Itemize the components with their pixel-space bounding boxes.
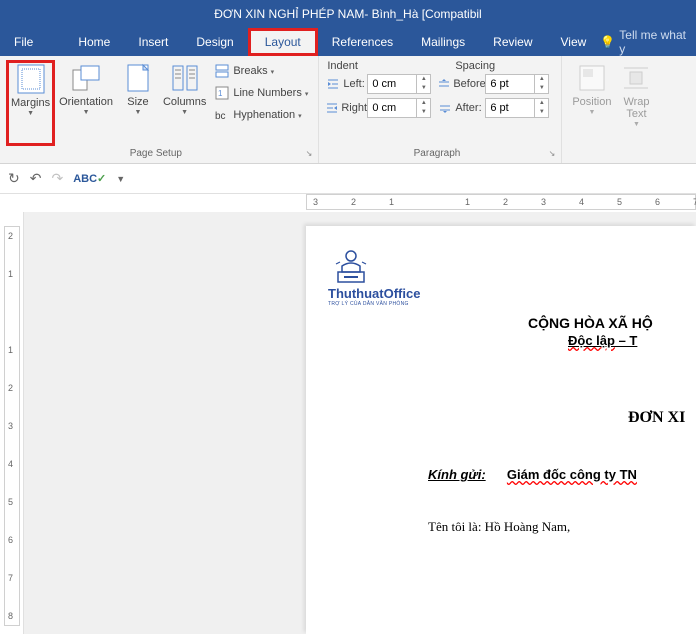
size-button[interactable]: Size ▼ (117, 60, 159, 146)
spin-up-icon[interactable]: ▲ (535, 75, 548, 84)
document-page[interactable]: ThuthuatOffice TRỢ LÝ CỦA DÂN VĂN PHÒNG … (306, 226, 696, 634)
spacing-after-label: After: (437, 100, 485, 116)
ribbon: Margins ▼ Orientation ▼ Size ▼ (0, 56, 696, 164)
indent-right-input[interactable]: ▲▼ (367, 98, 431, 118)
chevron-down-icon: ▼ (134, 109, 141, 116)
spacing-before-icon (437, 76, 451, 92)
tab-view[interactable]: View (547, 28, 601, 56)
svg-text:bc: bc (215, 111, 226, 122)
group-paragraph: Indent Spacing Left: ▲▼ Before: (319, 56, 562, 163)
breaks-icon (214, 63, 230, 79)
chevron-down-icon: ▼ (181, 109, 188, 116)
spin-up-icon[interactable]: ▲ (417, 75, 430, 84)
size-icon (122, 62, 154, 94)
undo-icon[interactable]: ↶ (30, 170, 42, 187)
tell-me-search[interactable]: 💡 Tell me what y (600, 28, 696, 56)
doc-recipient: Kính gửi: Giám đốc công ty TN (428, 467, 696, 483)
indent-left-label: Left: (325, 76, 367, 92)
svg-text:1: 1 (218, 89, 223, 98)
spacing-after-icon (437, 100, 453, 116)
doc-motto: Độc lập – T (568, 333, 696, 349)
wrap-text-icon (620, 62, 652, 94)
breaks-button[interactable]: Breaks ▾ (210, 60, 312, 82)
logo-subtitle: TRỢ LÝ CỦA DÂN VĂN PHÒNG (328, 301, 696, 307)
spelling-icon[interactable]: ABC✓ (73, 172, 106, 185)
ribbon-tabs: File Home Insert Design Layout Reference… (0, 28, 696, 56)
indent-right-icon (325, 100, 339, 116)
wrap-text-button: Wrap Text ▼ (615, 60, 657, 157)
workspace: 2 1 1 2 3 4 5 6 7 8 ThuthuatOffice TRỢ L… (0, 212, 696, 634)
spin-down-icon[interactable]: ▼ (535, 108, 548, 117)
columns-icon (169, 62, 201, 94)
tab-home[interactable]: Home (64, 28, 124, 56)
chevron-down-icon[interactable]: ▼ (116, 174, 125, 184)
quick-access-toolbar: ↻ ↶ ↷ ABC✓ ▼ (0, 164, 696, 194)
doc-national-title: CỘNG HÒA XÃ HỘ (528, 315, 696, 333)
tab-insert[interactable]: Insert (124, 28, 182, 56)
spin-down-icon[interactable]: ▼ (535, 84, 548, 93)
line-numbers-icon: 1 (214, 85, 230, 101)
spin-up-icon[interactable]: ▲ (535, 99, 548, 108)
dialog-launcher-icon[interactable]: ↘ (306, 149, 313, 158)
indent-left-input[interactable]: ▲▼ (367, 74, 431, 94)
tab-layout[interactable]: Layout (248, 28, 318, 56)
repeat-icon[interactable]: ↻ (8, 170, 20, 187)
vertical-ruler[interactable]: 2 1 1 2 3 4 5 6 7 8 (0, 212, 24, 634)
spacing-before-input[interactable]: ▲▼ (485, 74, 549, 94)
chevron-down-icon: ▼ (27, 110, 34, 117)
chevron-down-icon: ▾ (298, 112, 302, 120)
document-title: ĐƠN XIN NGHỈ PHÉP NAM- Bình_Hà [Compatib… (214, 7, 481, 21)
orientation-button[interactable]: Orientation ▼ (55, 60, 117, 146)
group-page-setup: Margins ▼ Orientation ▼ Size ▼ (0, 56, 319, 163)
chevron-down-icon: ▼ (588, 109, 595, 116)
doc-name-line: Tên tôi là: Hồ Hoàng Nam, (428, 519, 696, 535)
columns-button[interactable]: Columns ▼ (159, 60, 210, 146)
chevron-down-icon: ▼ (633, 121, 640, 128)
tab-mailings[interactable]: Mailings (407, 28, 479, 56)
tab-review[interactable]: Review (479, 28, 546, 56)
spacing-header: Spacing (455, 60, 495, 72)
hyphenation-button[interactable]: bc Hyphenation ▾ (210, 104, 312, 126)
spacing-before-label: Before: (437, 76, 485, 92)
tab-design[interactable]: Design (182, 28, 247, 56)
title-bar: ĐƠN XIN NGHỈ PHÉP NAM- Bình_Hà [Compatib… (0, 0, 696, 28)
group-arrange: Position ▼ Wrap Text ▼ (562, 56, 663, 163)
tab-references[interactable]: References (318, 28, 407, 56)
tab-file[interactable]: File (0, 28, 47, 56)
position-button: Position ▼ (568, 60, 615, 157)
logo-text: ThuthuatOffice (328, 286, 696, 301)
redo-icon[interactable]: ↷ (51, 170, 63, 187)
chevron-down-icon: ▾ (271, 68, 275, 76)
chevron-down-icon: ▼ (83, 109, 90, 116)
spin-down-icon[interactable]: ▼ (417, 108, 430, 117)
position-icon (576, 62, 608, 94)
spacing-after-input[interactable]: ▲▼ (485, 98, 549, 118)
spin-up-icon[interactable]: ▲ (417, 99, 430, 108)
margins-icon (15, 63, 47, 95)
doc-heading: ĐƠN XI (628, 409, 696, 427)
bulb-icon: 💡 (600, 35, 615, 49)
indent-right-label: Right: (325, 100, 367, 116)
logo: ThuthuatOffice TRỢ LÝ CỦA DÂN VĂN PHÒNG (328, 246, 696, 307)
chevron-down-icon: ▾ (305, 90, 309, 98)
orientation-icon (70, 62, 102, 94)
spin-down-icon[interactable]: ▼ (417, 84, 430, 93)
page-setup-label: Page Setup (6, 148, 306, 159)
paragraph-label: Paragraph (325, 148, 548, 159)
hyphenation-icon: bc (214, 107, 230, 123)
indent-header: Indent (325, 60, 455, 72)
dialog-launcher-icon[interactable]: ↘ (549, 149, 556, 158)
line-numbers-button[interactable]: 1 Line Numbers ▾ (210, 82, 312, 104)
margins-button[interactable]: Margins ▼ (6, 60, 55, 146)
logo-icon (328, 246, 374, 286)
horizontal-ruler[interactable]: 3 2 1 1 2 3 4 5 6 7 (24, 194, 696, 212)
indent-left-icon (325, 76, 341, 92)
